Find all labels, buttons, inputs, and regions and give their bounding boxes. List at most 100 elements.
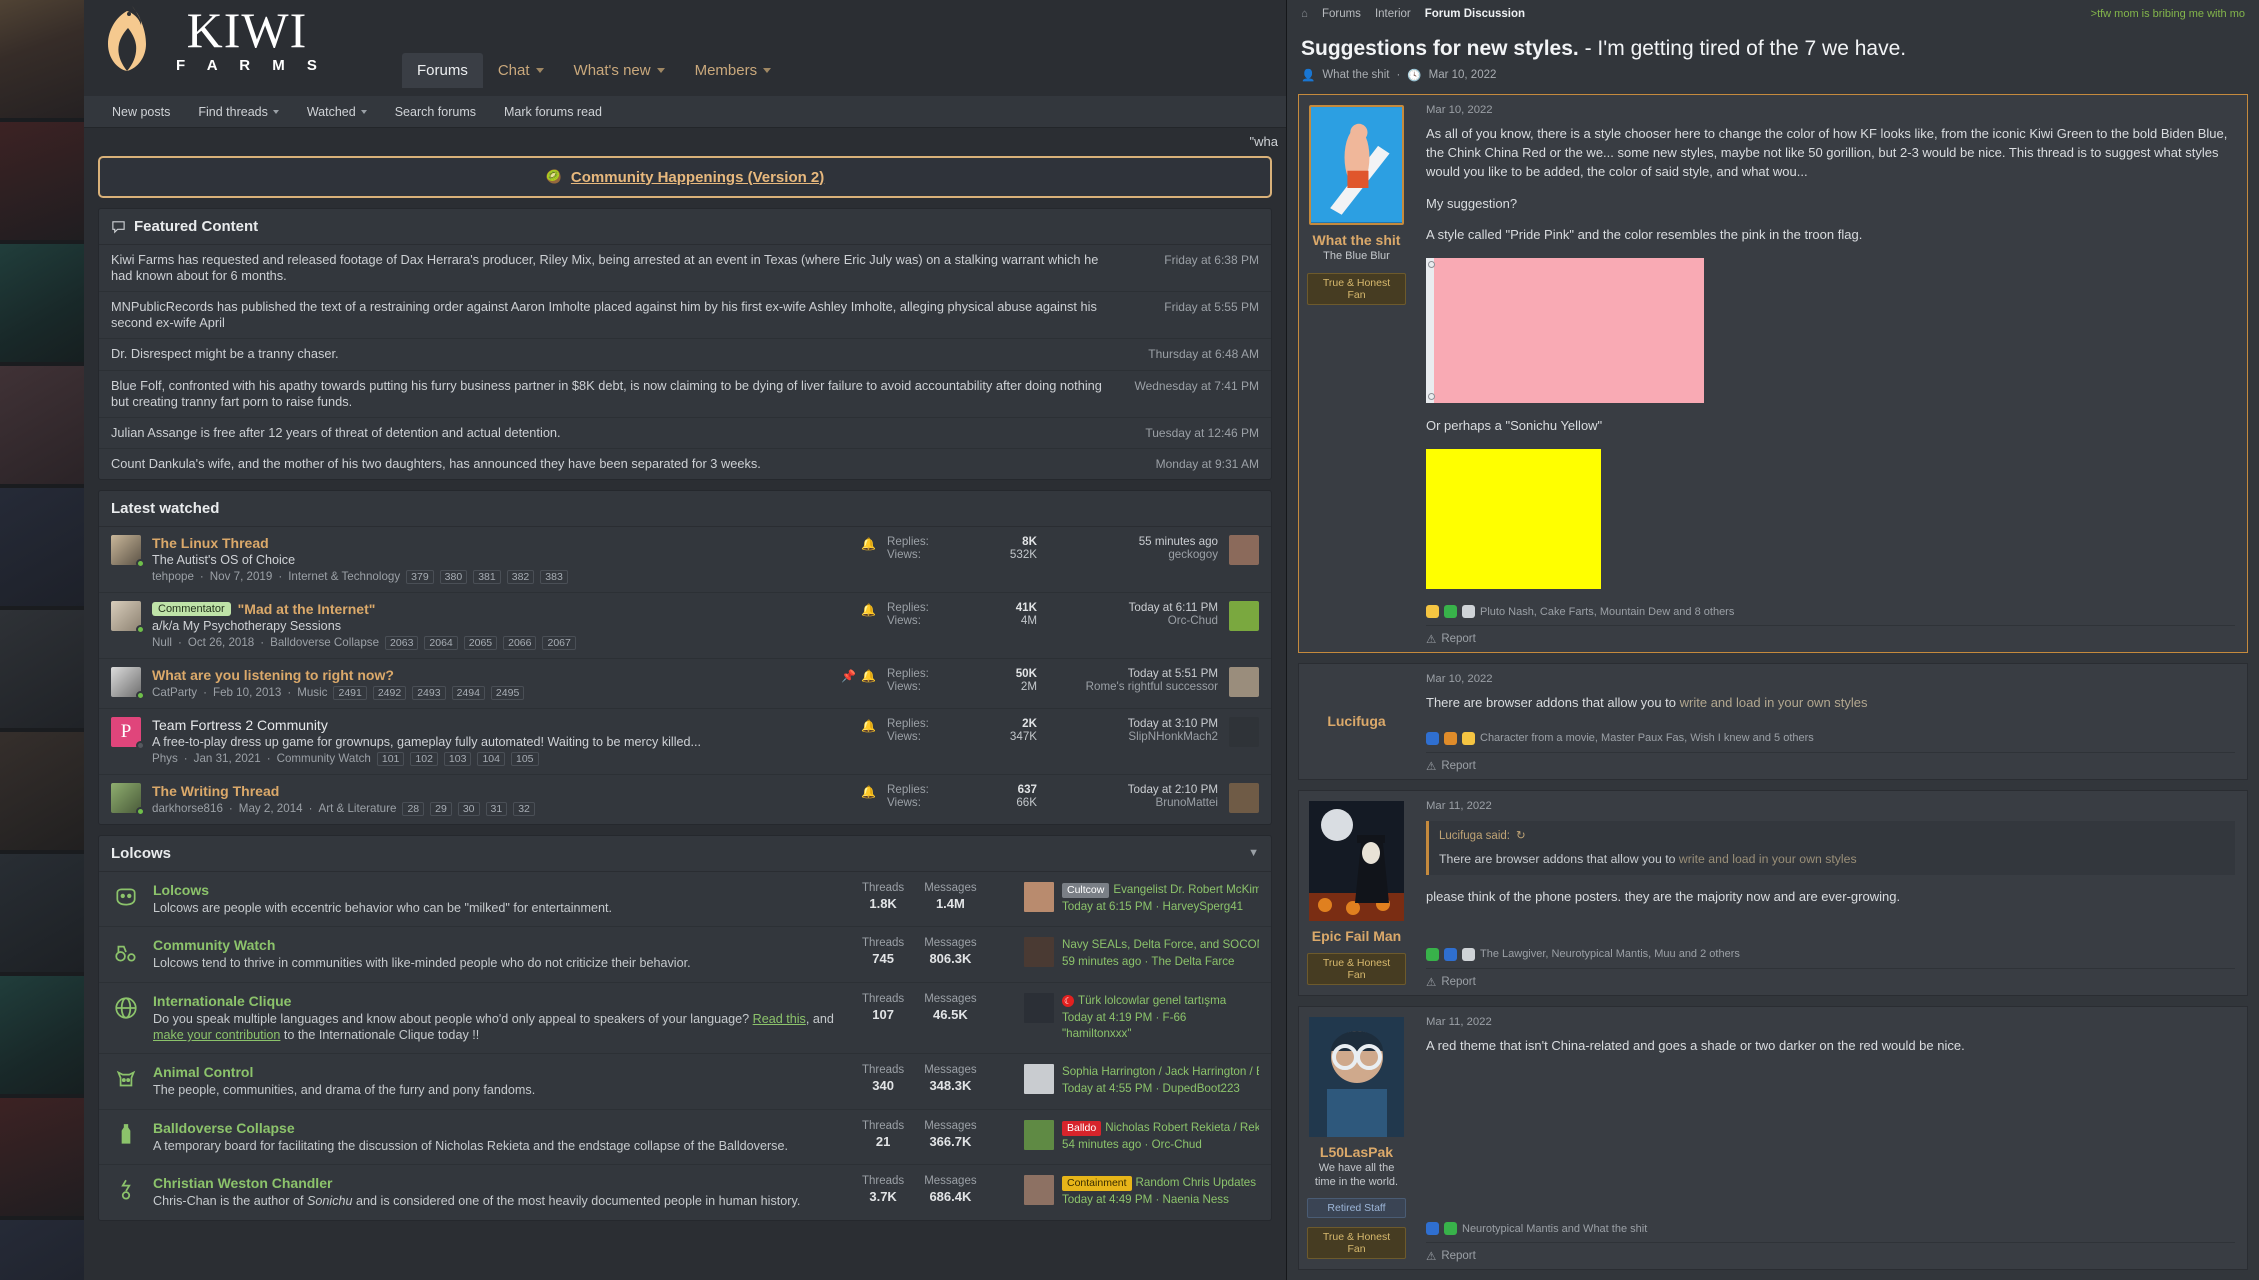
table-row[interactable]: The Writing Thread darkhorse816 · May 2, … xyxy=(99,775,1271,824)
featured-item[interactable]: Blue Folf, confronted with his apathy to… xyxy=(99,371,1271,418)
post-reactions[interactable]: Character from a movie, Master Paux Fas,… xyxy=(1426,726,2235,752)
nav-item-forums[interactable]: Forums xyxy=(402,53,483,88)
page-chip[interactable]: 2492 xyxy=(372,685,407,700)
quote-author[interactable]: Lucifuga said: xyxy=(1439,828,1510,845)
jump-to-post-icon[interactable]: ↻ xyxy=(1516,828,1526,845)
last-post-user[interactable]: geckogoy xyxy=(1048,548,1218,561)
node-title[interactable]: Christian Weston Chandler xyxy=(153,1175,850,1191)
page-chip[interactable]: 2065 xyxy=(463,635,498,650)
page-chip[interactable]: 2495 xyxy=(490,685,525,700)
page-chip[interactable]: 2066 xyxy=(503,635,537,650)
featured-item[interactable]: MNPublicRecords has published the text o… xyxy=(99,292,1271,340)
featured-item[interactable]: Dr. Disrespect might be a tranny chaser.… xyxy=(99,339,1271,371)
last-poster-avatar[interactable] xyxy=(1229,534,1259,565)
last-post-date[interactable]: Today at 6:11 PM xyxy=(1048,601,1218,614)
post-author-name[interactable]: Lucifuga xyxy=(1327,713,1385,729)
featured-item[interactable]: Kiwi Farms has requested and released fo… xyxy=(99,245,1271,293)
last-post-date[interactable]: Today at 3:10 PM xyxy=(1048,717,1218,730)
thread-author[interactable]: tehpope xyxy=(152,570,194,583)
page-chip[interactable]: 28 xyxy=(402,801,425,816)
post-author-name[interactable]: What the shit xyxy=(1313,232,1401,248)
page-chip[interactable]: 101 xyxy=(376,751,405,766)
last-poster-avatar[interactable] xyxy=(1024,1064,1054,1095)
post-date[interactable]: Mar 10, 2022 xyxy=(1426,673,2235,685)
last-post-user[interactable]: SlipNHonkMach2 xyxy=(1048,730,1218,743)
thread-forum[interactable]: Community Watch xyxy=(277,752,371,765)
last-thread-title[interactable]: Containment Random Chris Updates xyxy=(1062,1175,1256,1192)
last-poster-avatar[interactable] xyxy=(1024,937,1054,968)
thread-forum[interactable]: Internet & Technology xyxy=(288,570,400,583)
node-title[interactable]: Community Watch xyxy=(153,937,850,953)
thread-title[interactable]: Commentator "Mad at the Internet" xyxy=(152,601,850,617)
node-title[interactable]: Animal Control xyxy=(153,1064,850,1080)
thread-prefix-badge[interactable]: Commentator xyxy=(152,601,231,616)
thread-author[interactable]: darkhorse816 xyxy=(152,802,223,815)
report-button[interactable]: Report xyxy=(1441,633,1476,645)
thread-title[interactable]: The Linux Thread xyxy=(152,535,850,551)
thread-author[interactable]: CatParty xyxy=(152,686,197,699)
post-author-name[interactable]: L50LasPak xyxy=(1320,1144,1393,1160)
list-item[interactable]: Community Watch Lolcows tend to thrive i… xyxy=(99,927,1271,983)
post-inline-link[interactable]: write and load in your own styles xyxy=(1680,695,1868,710)
thread-forum[interactable]: Balldoverse Collapse xyxy=(270,636,379,649)
page-chip[interactable]: 382 xyxy=(506,569,535,584)
page-chip[interactable]: 2064 xyxy=(424,635,458,650)
read-this-link[interactable]: Read this xyxy=(753,1012,806,1026)
bell-icon[interactable]: 🔔 xyxy=(861,669,876,683)
subnav-item-watched[interactable]: Watched xyxy=(293,105,381,119)
page-chip[interactable]: 383 xyxy=(540,569,568,584)
subnav-item-mark-forums-read[interactable]: Mark forums read xyxy=(490,105,616,119)
page-chip[interactable]: 2063 xyxy=(385,635,419,650)
last-post-date[interactable]: Today at 5:51 PM xyxy=(1048,667,1218,680)
avatar[interactable] xyxy=(1309,1016,1404,1137)
list-item[interactable]: Balldoverse Collapse A temporary board f… xyxy=(99,1110,1271,1166)
featured-item[interactable]: Julian Assange is free after 12 years of… xyxy=(99,418,1271,449)
avatar[interactable] xyxy=(111,600,145,634)
chevron-down-icon[interactable]: ▼ xyxy=(1248,847,1259,859)
page-chip[interactable]: 380 xyxy=(439,569,468,584)
table-row[interactable]: P Team Fortress 2 Community A free-to-pl… xyxy=(99,709,1271,775)
list-item[interactable]: Lolcows Lolcows are people with eccentri… xyxy=(99,872,1271,928)
post-reactions[interactable]: The Lawgiver, Neurotypical Mantis, Muu a… xyxy=(1426,942,2235,968)
list-item[interactable]: Internationale Clique Do you speak multi… xyxy=(99,983,1271,1055)
search-input[interactable]: "wha xyxy=(1250,134,1278,149)
page-chip[interactable]: 2494 xyxy=(451,685,485,700)
thread-author[interactable]: Null xyxy=(152,636,172,649)
node-title[interactable]: Internationale Clique xyxy=(153,993,850,1009)
site-logo[interactable]: KIWI F A R M S xyxy=(98,4,326,74)
page-chip[interactable]: 2067 xyxy=(542,635,576,650)
avatar[interactable] xyxy=(111,534,145,568)
post-reactions[interactable]: Neurotypical Mantis and What the shit xyxy=(1426,1216,2235,1242)
post-author-name[interactable]: Epic Fail Man xyxy=(1312,928,1401,944)
page-chip[interactable]: 102 xyxy=(410,751,438,766)
last-thread-title[interactable]: ☾ Türk lolcowlar genel tartışma xyxy=(1062,993,1259,1010)
node-title[interactable]: Lolcows xyxy=(153,882,850,898)
page-chip[interactable]: 32 xyxy=(513,801,535,816)
contribute-link[interactable]: make your contribution xyxy=(153,1028,280,1042)
avatar[interactable]: P xyxy=(111,716,145,750)
last-thread-title[interactable]: Navy SEALs, Delta Force, and SOCOM gener… xyxy=(1062,937,1259,954)
nav-item-chat[interactable]: Chat xyxy=(483,53,559,88)
page-chip[interactable]: 2493 xyxy=(412,685,446,700)
report-button[interactable]: Report xyxy=(1441,976,1476,988)
page-chip[interactable]: 104 xyxy=(477,751,505,766)
thread-title[interactable]: What are you listening to right now? xyxy=(152,667,830,683)
page-chip[interactable]: 105 xyxy=(510,751,539,766)
thread-title[interactable]: Team Fortress 2 Community xyxy=(152,717,850,733)
breadcrumb-item-forums[interactable]: Forums xyxy=(1322,8,1361,20)
bell-icon[interactable]: 🔔 xyxy=(861,601,876,617)
thread-forum[interactable]: Music xyxy=(297,686,327,699)
list-item[interactable]: Christian Weston Chandler Chris-Chan is … xyxy=(99,1165,1271,1219)
post-date[interactable]: Mar 11, 2022 xyxy=(1426,1016,2235,1028)
page-chip[interactable]: 379 xyxy=(406,569,434,584)
avatar[interactable] xyxy=(111,666,145,700)
thread-forum[interactable]: Art & Literature xyxy=(318,802,396,815)
report-button[interactable]: Report xyxy=(1441,1250,1476,1262)
quote-inline-link[interactable]: write and load in your own styles xyxy=(1679,852,1857,866)
community-happenings-link[interactable]: Community Happenings (Version 2) xyxy=(571,169,824,186)
post-date[interactable]: Mar 10, 2022 xyxy=(1426,104,2235,116)
featured-item[interactable]: Count Dankula's wife, and the mother of … xyxy=(99,449,1271,479)
last-poster-avatar[interactable] xyxy=(1229,716,1259,747)
bell-icon[interactable]: 🔔 xyxy=(861,783,876,799)
breadcrumb-item-forum-discussion[interactable]: Forum Discussion xyxy=(1425,8,1525,20)
